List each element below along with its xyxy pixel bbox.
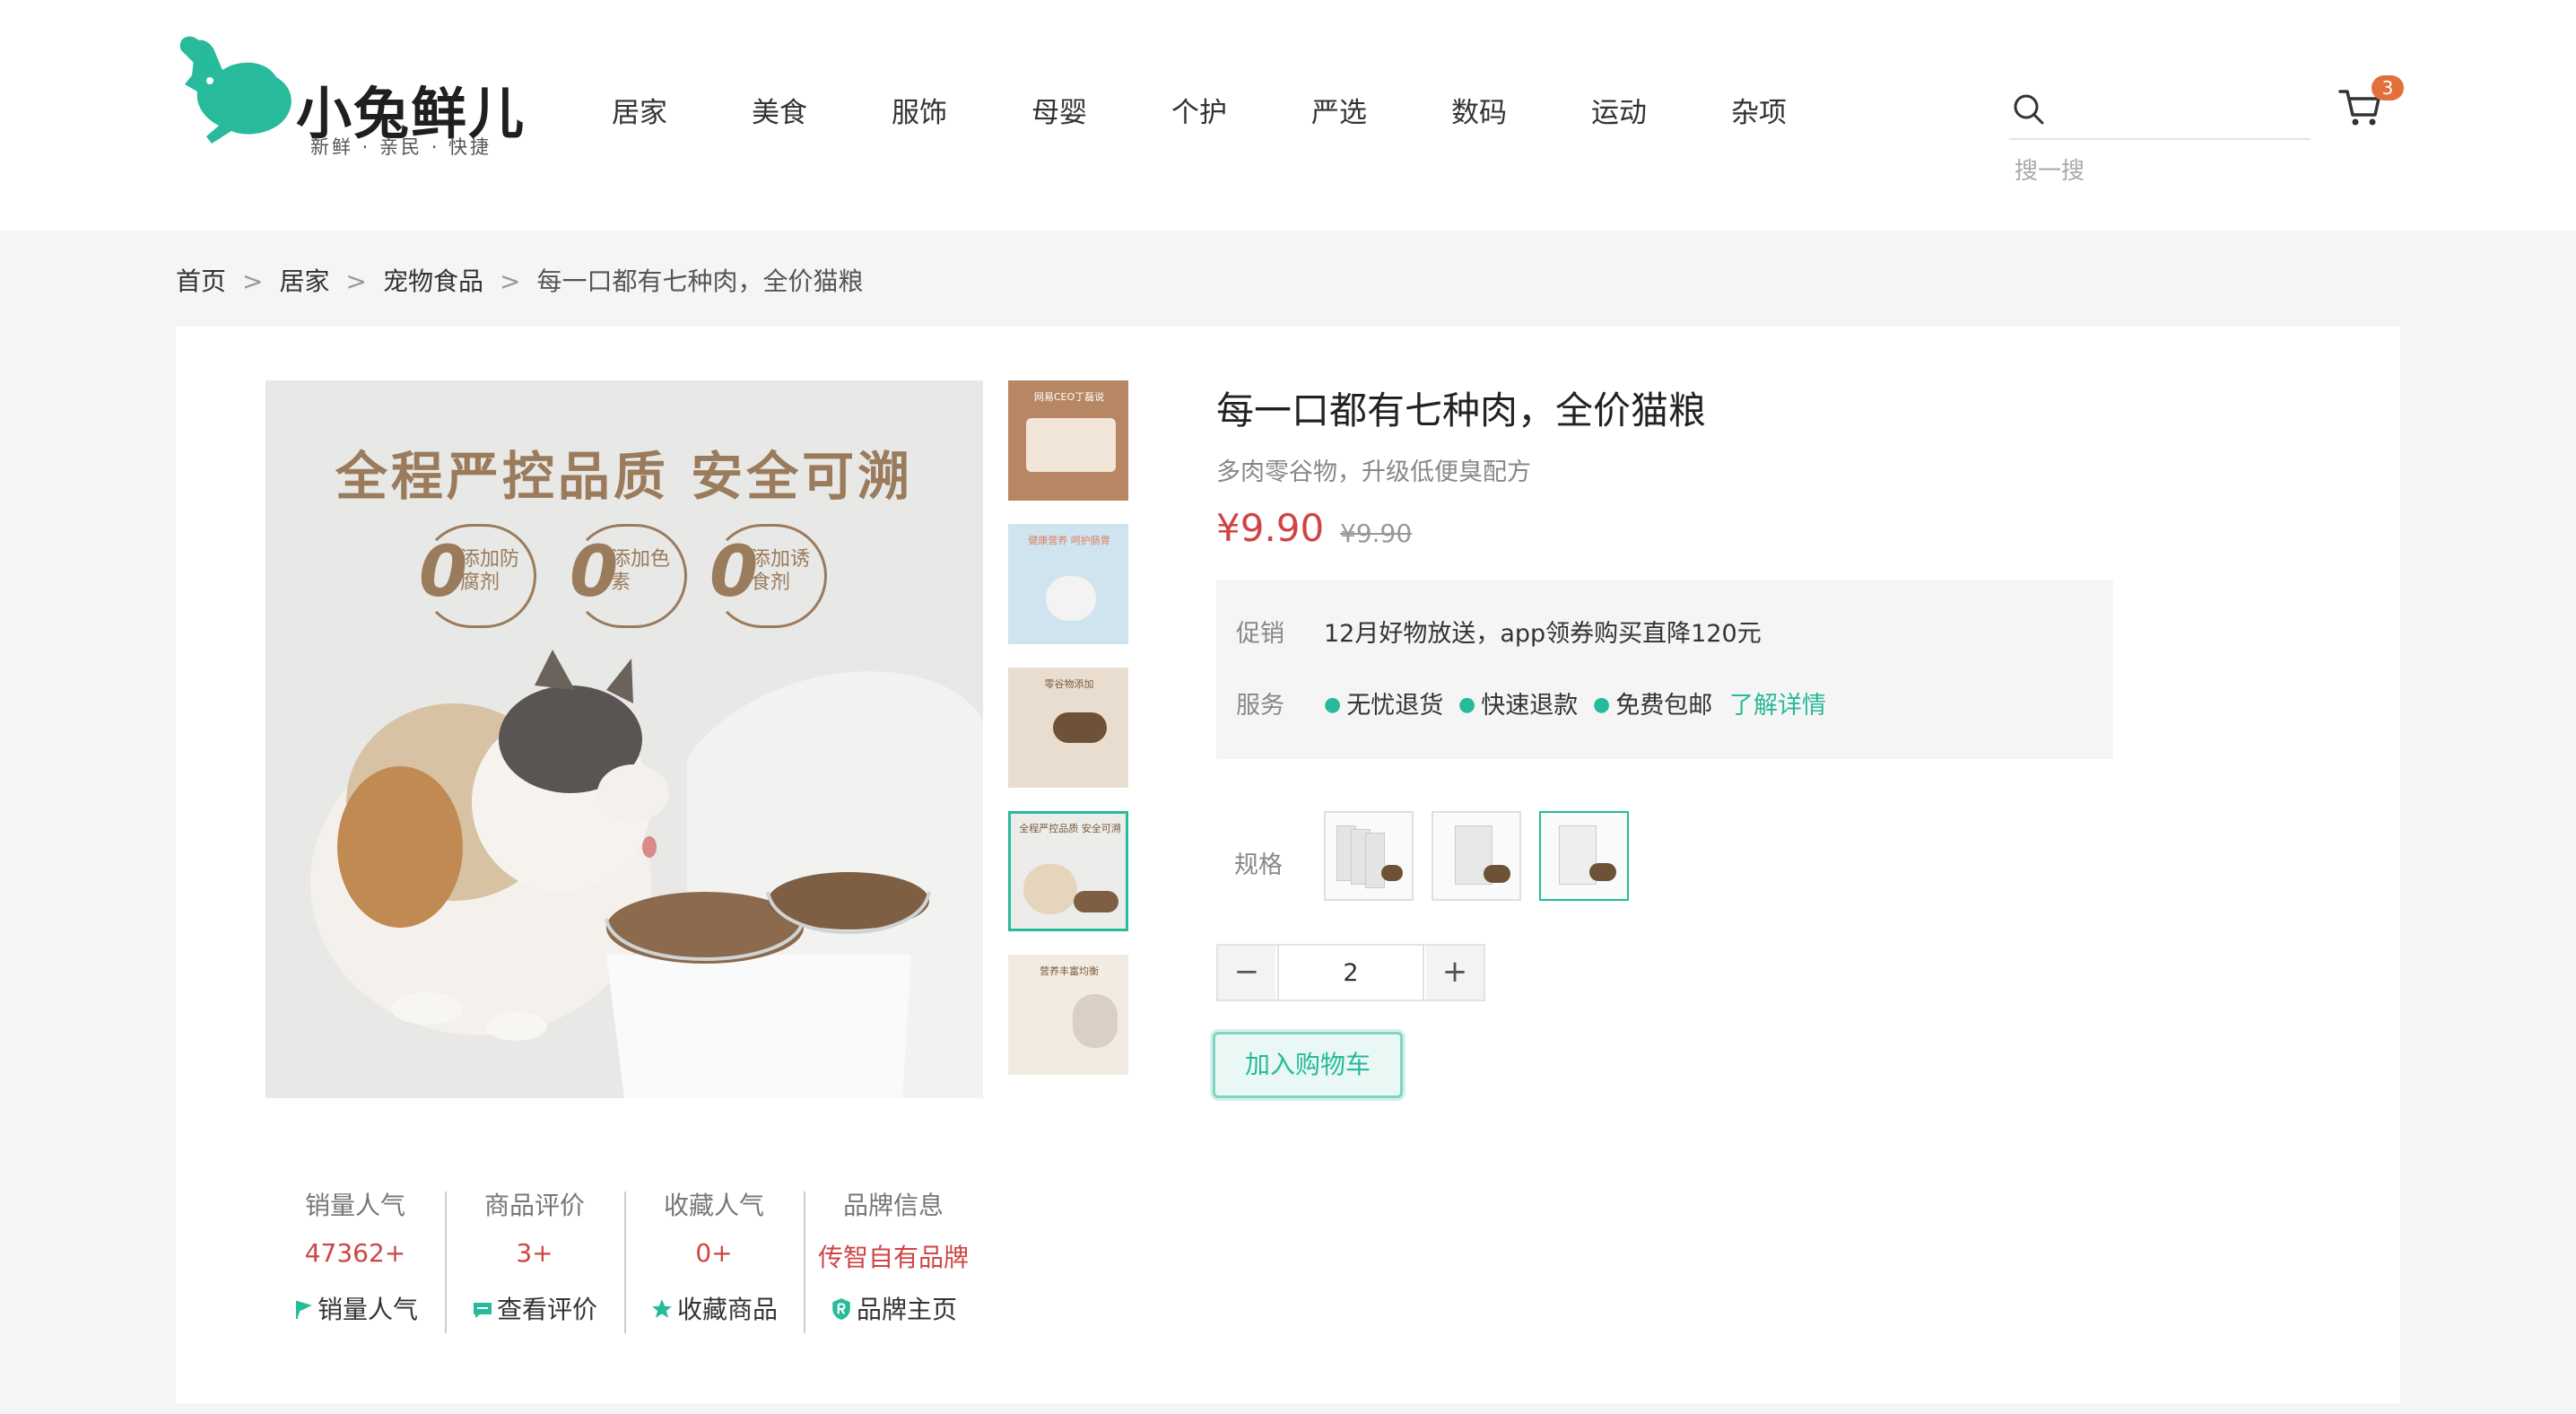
- promo-label: 促销: [1236, 620, 1284, 648]
- search-input[interactable]: [2061, 95, 2307, 129]
- thumbnail-caption: 网易CEO丁磊说: [1033, 391, 1105, 403]
- stat-label: 收藏人气: [663, 1191, 764, 1220]
- breadcrumb-current: 每一口都有七种肉，全价猫粮: [536, 266, 864, 296]
- thumbnail-active[interactable]: 全程严控品质 安全可溯: [1008, 811, 1128, 931]
- thumbnail[interactable]: 零谷物添加: [1008, 668, 1128, 788]
- dot-icon: ●: [1593, 694, 1611, 716]
- breadcrumb-subcategory[interactable]: 宠物食品: [383, 262, 483, 298]
- stat-value: 47362+: [304, 1238, 406, 1268]
- breadcrumb: 首页 > 居家 > 宠物食品 > 每一口都有七种肉，全价猫粮: [176, 262, 863, 298]
- service-text: 无忧退货: [1346, 692, 1444, 720]
- main-product-image[interactable]: 全程严控品质 安全可溯 0 添加防腐剂 0 添加色素 0 添加诱食剂: [265, 380, 983, 1098]
- thumbnail-caption: 健康营养 呵护肠胃: [1028, 535, 1110, 546]
- spec-option[interactable]: [1432, 811, 1521, 901]
- no-preservative-badge: 0 添加防腐剂: [419, 524, 536, 628]
- stat-label: 商品评价: [483, 1191, 585, 1220]
- cart-count-badge: 3: [2371, 75, 2404, 100]
- nav-item-杂项[interactable]: 杂项: [1731, 90, 1787, 130]
- original-price: ¥9.90: [1340, 519, 1413, 548]
- breadcrumb-separator: >: [499, 266, 521, 296]
- stat-label: 品牌信息: [842, 1191, 944, 1220]
- nav-item-母婴[interactable]: 母婴: [1031, 90, 1087, 130]
- stat-favorites: 收藏人气 0+ 收藏商品: [624, 1186, 804, 1330]
- dot-icon: ●: [1458, 694, 1476, 716]
- badge-text: 添加色素: [611, 548, 671, 594]
- thumbnail-caption: 全程严控品质 安全可溯: [1019, 823, 1121, 834]
- service-item: ● 无忧退货: [1324, 685, 1443, 720]
- no-colorant-badge: 0 添加色素: [570, 524, 687, 628]
- decrease-button[interactable]: −: [1218, 946, 1275, 999]
- service-item: ● 快速退款: [1458, 685, 1578, 720]
- product-panel: 全程严控品质 安全可溯 0 添加防腐剂 0 添加色素 0 添加诱食剂 网易CEO…: [176, 327, 2400, 1403]
- stat-brand: 品牌信息 传智自有品牌 品牌主页: [804, 1186, 983, 1330]
- brand-icon: [832, 1298, 850, 1320]
- stat-label: 销量人气: [304, 1191, 405, 1220]
- dot-icon: ●: [1324, 694, 1342, 716]
- spec-label: 规格: [1234, 851, 1283, 879]
- stat-brand-link[interactable]: 品牌主页: [804, 1290, 983, 1326]
- nav-item-服饰[interactable]: 服饰: [892, 90, 947, 130]
- header: 小兔鲜儿 新鲜 · 亲民 · 快捷 居家 美食 服饰 母婴 个护 严选 数码 运…: [0, 0, 2576, 231]
- stat-sales-link[interactable]: 销量人气: [265, 1290, 445, 1326]
- breadcrumb-separator: >: [345, 266, 367, 296]
- spec-option-selected[interactable]: [1539, 811, 1629, 901]
- main-image-title: 全程严控品质 安全可溯: [335, 446, 914, 507]
- flag-icon: [295, 1300, 312, 1319]
- comment-icon: [473, 1303, 492, 1318]
- add-to-cart-button[interactable]: 加入购物车: [1213, 1032, 1403, 1098]
- service-label: 服务: [1236, 692, 1284, 720]
- product-desc: 多肉零谷物，升级低便臭配方: [1216, 458, 1531, 486]
- breadcrumb-category[interactable]: 居家: [279, 262, 329, 298]
- stat-link-label: 品牌主页: [856, 1295, 957, 1324]
- nav-item-运动[interactable]: 运动: [1591, 90, 1647, 130]
- promo-box: 促销 12月好物放送，app领券购买直降120元 服务 ● 无忧退货 ● 快速退款 …: [1216, 580, 2113, 759]
- spec-option[interactable]: [1324, 811, 1414, 901]
- nav-item-美食[interactable]: 美食: [752, 90, 807, 130]
- no-attractant-badge: 0 添加诱食剂: [709, 524, 827, 628]
- quantity-input[interactable]: [1277, 946, 1424, 999]
- stat-value: 0+: [695, 1238, 733, 1268]
- nav-item-数码[interactable]: 数码: [1451, 90, 1507, 130]
- stat-reviews-link[interactable]: 查看评价: [445, 1290, 624, 1326]
- badge-text: 添加诱食剂: [751, 548, 811, 594]
- nav-item-个护[interactable]: 个护: [1171, 90, 1227, 130]
- stat-reviews: 商品评价 3+ 查看评价: [445, 1186, 624, 1330]
- search-icon[interactable]: [2013, 93, 2045, 126]
- badge-text: 添加防腐剂: [460, 548, 520, 594]
- nav-item-严选[interactable]: 严选: [1311, 90, 1367, 130]
- thumbnail[interactable]: 营养丰富均衡: [1008, 955, 1128, 1075]
- promo-text: 12月好物放送，app领券购买直降120元: [1324, 620, 1762, 648]
- cart-button[interactable]: 3: [2337, 75, 2404, 135]
- search-hint: 搜一搜: [2015, 158, 2085, 185]
- service-text: 快速退款: [1481, 692, 1579, 720]
- brand-slogan: 新鲜 · 亲民 · 快捷: [310, 136, 492, 158]
- product-title: 每一口都有七种肉，全价猫粮: [1216, 388, 1707, 432]
- thumbnail-caption: 营养丰富均衡: [1040, 965, 1099, 977]
- quantity-stepper: − +: [1216, 944, 1485, 1001]
- stat-value: 传智自有品牌: [817, 1243, 969, 1272]
- service-details-link[interactable]: 了解详情: [1729, 685, 1826, 720]
- service-text: 免费包邮: [1615, 692, 1713, 720]
- stat-link-label: 查看评价: [496, 1295, 597, 1324]
- star-icon: [652, 1299, 672, 1318]
- rabbit-logo-icon: [179, 36, 292, 144]
- stat-sales: 销量人气 47362+ 销量人气: [265, 1186, 445, 1330]
- breadcrumb-home[interactable]: 首页: [176, 262, 226, 298]
- thumbnail[interactable]: 网易CEO丁磊说: [1008, 380, 1128, 501]
- logo[interactable]: 小兔鲜儿 新鲜 · 亲民 · 快捷: [176, 32, 535, 167]
- stat-favorite-link[interactable]: 收藏商品: [624, 1290, 804, 1326]
- increase-button[interactable]: +: [1426, 946, 1484, 999]
- stat-link-label: 收藏商品: [676, 1295, 778, 1324]
- thumbnail-caption: 零谷物添加: [1044, 678, 1094, 690]
- breadcrumb-separator: >: [242, 266, 264, 296]
- service-item: ● 免费包邮: [1593, 685, 1712, 720]
- search-box: [2009, 83, 2311, 140]
- stat-value: 3+: [516, 1238, 553, 1268]
- current-price: ¥9.90: [1216, 506, 1325, 550]
- nav-item-居家[interactable]: 居家: [612, 90, 667, 130]
- thumbnail[interactable]: 健康营养 呵护肠胃: [1008, 524, 1128, 644]
- product-stats: 销量人气 47362+ 销量人气 商品评价 3+ 查看评价 收藏人气 0+ 收藏…: [265, 1186, 983, 1333]
- stat-link-label: 销量人气: [317, 1295, 418, 1324]
